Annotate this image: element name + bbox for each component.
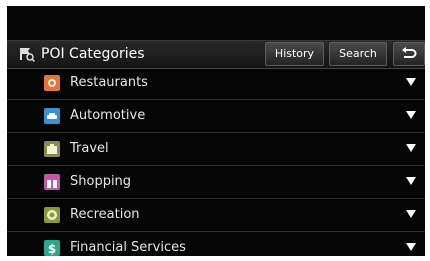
page-title: POI Categories [41,46,145,62]
category-label: Travel [70,141,109,156]
navigation-screen: POI Categories History Search Restaurant… [7,6,425,256]
category-row-recreation[interactable]: Recreation [7,199,425,232]
suitcase-icon [44,141,60,157]
category-row-travel[interactable]: Travel [7,133,425,166]
restaurant-icon [44,75,60,91]
chevron-down-icon[interactable] [406,210,416,218]
chevron-down-icon[interactable] [406,111,416,119]
category-row-automotive[interactable]: Automotive [7,100,425,133]
category-label: Financial Services [70,240,186,255]
chevron-down-icon[interactable] [406,144,416,152]
search-button[interactable]: Search [329,42,387,66]
recreation-icon [44,207,60,223]
gift-icon [44,174,60,190]
dollar-icon: $ [44,240,60,256]
chevron-down-icon[interactable] [406,177,416,185]
chevron-down-icon[interactable] [406,243,416,251]
category-label: Recreation [70,207,140,222]
category-row-restaurants[interactable]: Restaurants [7,67,425,100]
poi-categories-icon [20,48,35,62]
history-button[interactable]: History [265,42,324,66]
category-label: Shopping [70,174,132,189]
header-bar: POI Categories History Search [7,40,425,69]
category-label: Restaurants [70,75,148,90]
category-row-financial-services[interactable]: $ Financial Services [7,232,425,256]
svg-text:$: $ [48,242,56,256]
back-button[interactable] [393,42,425,66]
chevron-down-icon[interactable] [406,78,416,86]
car-icon [44,108,60,124]
category-row-shopping[interactable]: Shopping [7,166,425,199]
category-label: Automotive [70,108,146,123]
back-arrow-icon [402,47,417,58]
